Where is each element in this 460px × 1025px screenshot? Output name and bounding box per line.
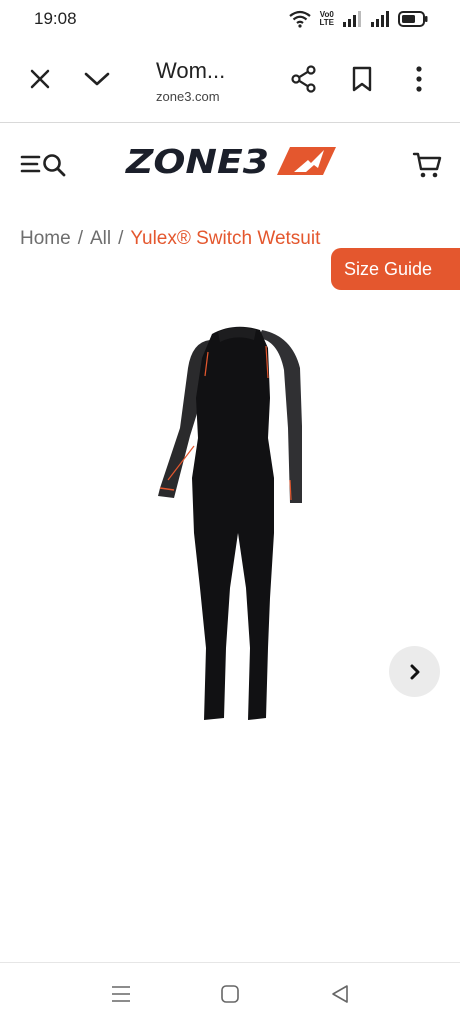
recents-icon[interactable]	[108, 981, 134, 1007]
breadcrumb-separator: /	[118, 228, 124, 249]
product-image	[150, 318, 310, 733]
next-image-button[interactable]	[389, 646, 440, 697]
breadcrumb-current: Yulex® Switch Wetsuit	[130, 228, 321, 249]
more-icon[interactable]	[401, 61, 437, 97]
status-icons: Vo0 LTE	[289, 8, 428, 30]
close-icon[interactable]	[22, 61, 58, 97]
battery-icon	[398, 11, 428, 27]
breadcrumb-separator: /	[77, 228, 83, 249]
logo-text: ZONE3	[125, 146, 269, 176]
wifi-icon	[289, 10, 312, 28]
breadcrumb: Home / All / Yulex® Switch Wetsuit	[20, 228, 320, 250]
system-nav-bar	[0, 962, 460, 1025]
volte-line2: LTE	[319, 18, 334, 27]
chevron-right-icon	[410, 664, 419, 679]
site-logo[interactable]: ZONE3	[124, 142, 338, 181]
cart-icon[interactable]	[410, 148, 444, 182]
back-icon[interactable]	[327, 981, 353, 1007]
browser-toolbar	[0, 40, 460, 123]
tab-title[interactable]: Wom...	[156, 58, 225, 84]
home-icon[interactable]	[217, 981, 243, 1007]
chevron-down-icon[interactable]	[79, 61, 115, 97]
menu-search-icon[interactable]	[18, 150, 70, 180]
volte-icon: Vo0 LTE	[319, 11, 334, 27]
bookmark-icon[interactable]	[344, 61, 380, 97]
wetsuit-image	[158, 326, 302, 720]
signal-2-icon	[371, 11, 389, 27]
breadcrumb-all[interactable]: All	[90, 228, 111, 249]
size-guide-button[interactable]: Size Guide	[331, 248, 460, 290]
share-icon[interactable]	[286, 61, 322, 97]
tab-url[interactable]: zone3.com	[156, 89, 220, 104]
breadcrumb-home[interactable]: Home	[20, 228, 71, 249]
status-time: 19:08	[34, 9, 77, 28]
status-bar: 19:08 Vo0 LTE	[0, 0, 460, 40]
signal-1-icon	[343, 11, 361, 27]
